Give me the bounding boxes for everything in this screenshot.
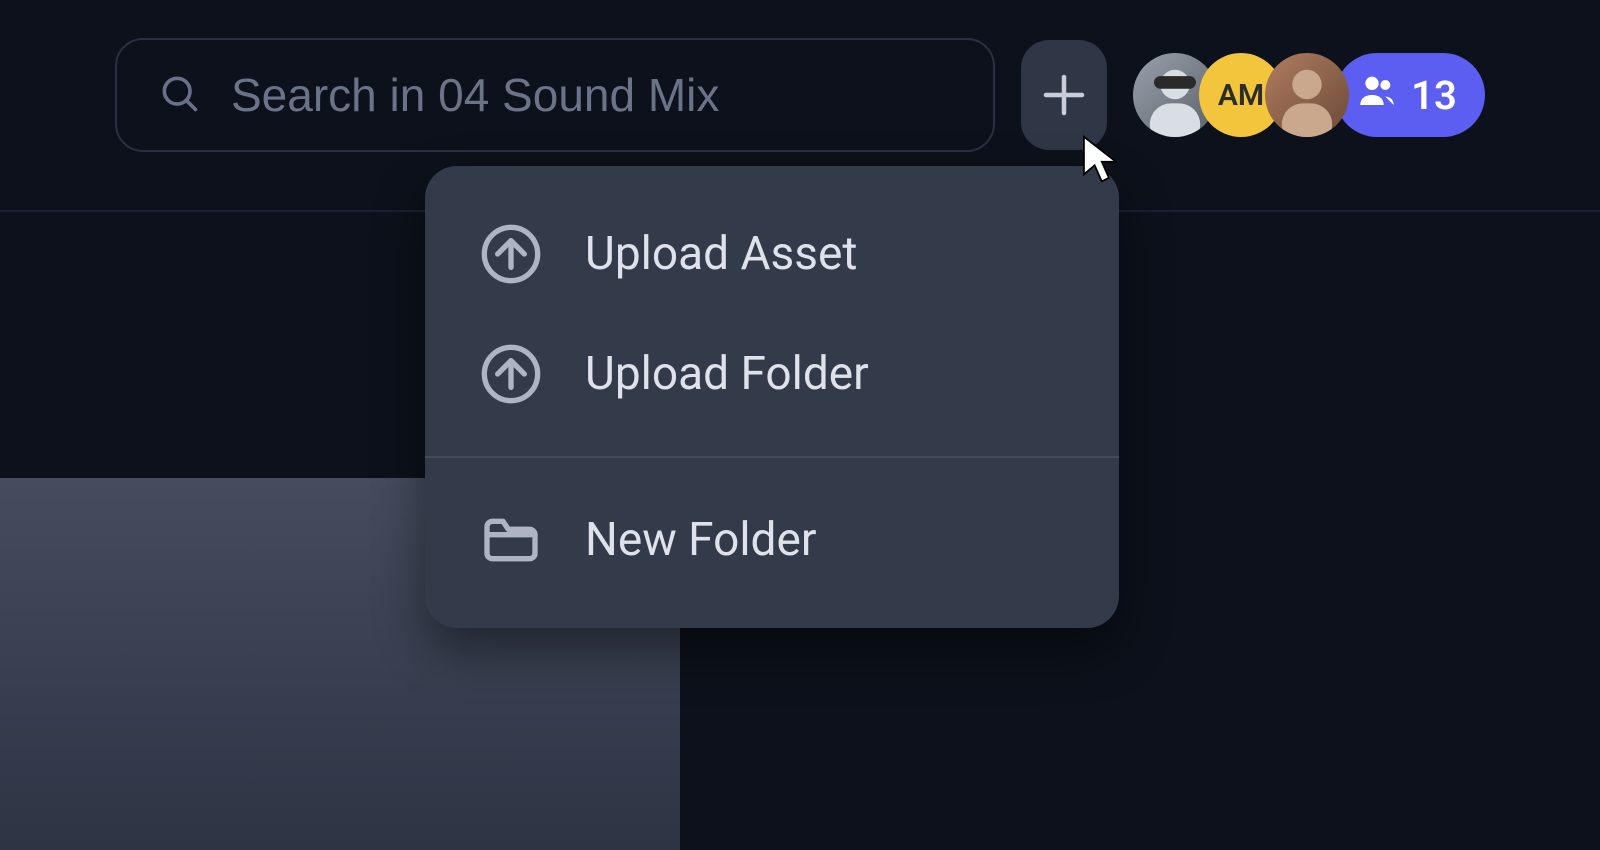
toolbar: AM 13 (115, 35, 1485, 155)
search-icon (157, 71, 201, 119)
menu-item-new-folder[interactable]: New Folder (425, 480, 1119, 600)
menu-divider (425, 456, 1119, 458)
person-icon (1265, 53, 1349, 137)
add-menu-dropdown: Upload Asset Upload Folder New Folder (425, 166, 1119, 628)
people-icon (1357, 70, 1397, 120)
collaborator-count: 13 (1411, 72, 1457, 119)
upload-icon (479, 342, 543, 406)
avatar[interactable] (1265, 53, 1349, 137)
avatar-initials: AM (1218, 78, 1264, 113)
folder-icon (479, 508, 543, 572)
upload-icon (479, 222, 543, 286)
menu-item-label: Upload Asset (585, 227, 857, 281)
menu-item-label: Upload Folder (585, 347, 869, 401)
menu-item-upload-asset[interactable]: Upload Asset (425, 194, 1119, 314)
menu-item-upload-folder[interactable]: Upload Folder (425, 314, 1119, 434)
collaborator-count-pill[interactable]: 13 (1335, 53, 1485, 137)
menu-item-label: New Folder (585, 513, 816, 567)
search-input-container[interactable] (115, 38, 995, 152)
collaborator-avatars[interactable]: AM 13 (1133, 53, 1485, 137)
search-input[interactable] (231, 68, 953, 122)
add-button[interactable] (1021, 40, 1107, 150)
